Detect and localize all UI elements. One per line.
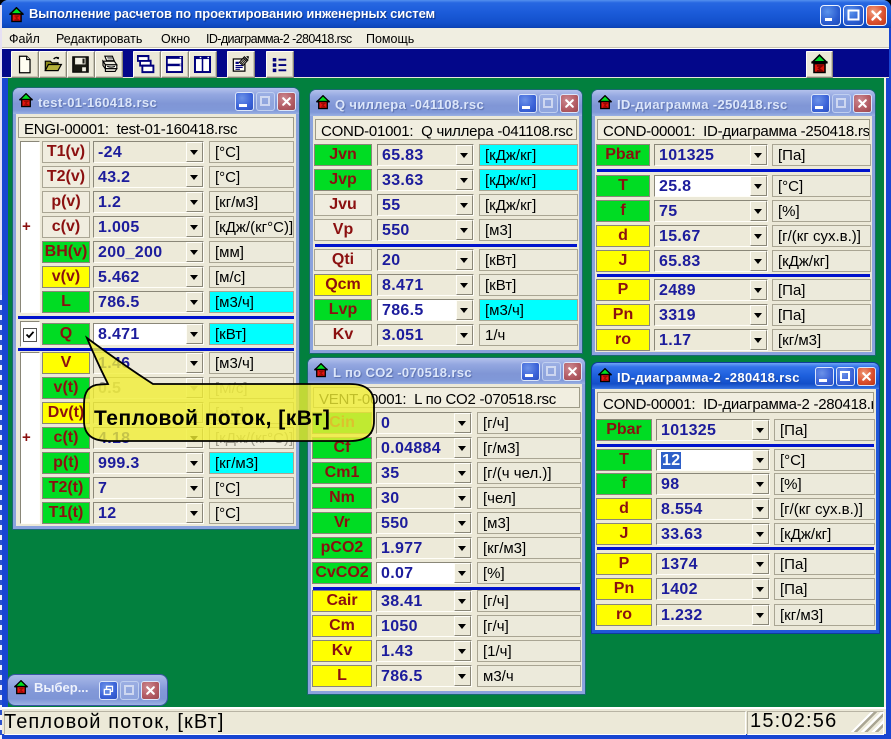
svg-text:Тепловой поток, [кВт]: Тепловой поток, [кВт] [94, 407, 330, 430]
